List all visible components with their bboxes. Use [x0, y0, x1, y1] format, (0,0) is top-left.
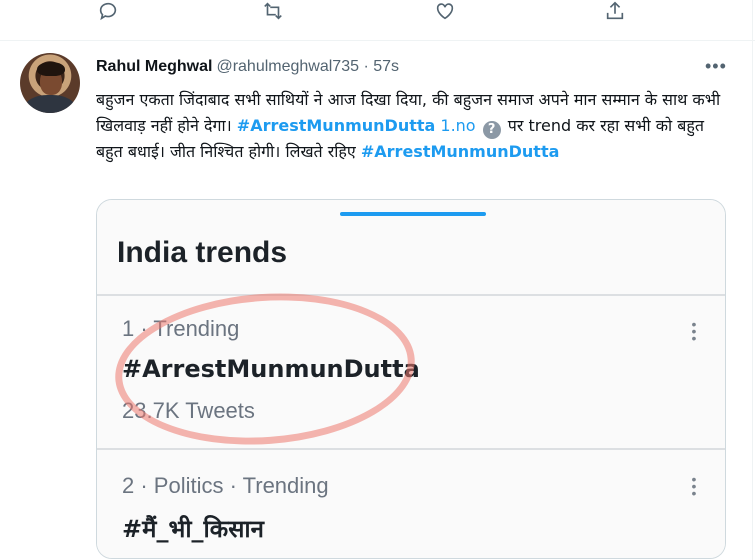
- avatar-shirt: [24, 95, 76, 113]
- attached-image[interactable]: India trends 1 · Trending • • • #ArrestMun…: [96, 199, 726, 559]
- trend-2-meta: 2 · Politics · Trending: [122, 473, 329, 498]
- reply-icon[interactable]: [97, 0, 121, 24]
- trend-2-name: #मैं_भी_किसान: [122, 515, 264, 543]
- tweet-text: बहुजन एकता जिंदाबाद सभी साथियों ने आज दि…: [96, 87, 726, 165]
- author-name[interactable]: Rahul Meghwal: [96, 58, 212, 75]
- trends-divider-2: [97, 448, 725, 450]
- hashtag-link-2[interactable]: #ArrestMunmunDutta: [361, 142, 560, 161]
- tweet-divider: [0, 40, 755, 41]
- red-annotation-circle: [110, 283, 420, 455]
- share-icon[interactable]: [604, 0, 628, 24]
- timeline-border: [752, 0, 753, 560]
- trend-1-more-icon: • • •: [691, 316, 697, 346]
- trends-title: India trends: [117, 236, 288, 269]
- trends-divider: [97, 294, 725, 296]
- previous-tweet-action-bar: [0, 0, 755, 40]
- retweet-icon[interactable]: [262, 0, 286, 24]
- number-link[interactable]: 1.no: [440, 116, 475, 135]
- more-options-icon[interactable]: •••: [705, 56, 727, 77]
- like-icon[interactable]: [434, 0, 458, 24]
- hashtag-link[interactable]: #ArrestMunmunDutta: [237, 116, 436, 135]
- trend-2-more-icon: • • •: [691, 471, 697, 501]
- trends-screenshot: India trends 1 · Trending • • • #ArrestMun…: [97, 200, 725, 558]
- author-handle-time[interactable]: @rahulmeghwal735 · 57s: [216, 58, 399, 75]
- question-emoji-icon: ?: [482, 121, 501, 139]
- tweet-header: Rahul Meghwal @rahulmeghwal735 · 57s: [96, 58, 399, 76]
- author-avatar[interactable]: [20, 53, 80, 113]
- active-tab-indicator: [340, 212, 486, 216]
- avatar-hair: [37, 62, 65, 76]
